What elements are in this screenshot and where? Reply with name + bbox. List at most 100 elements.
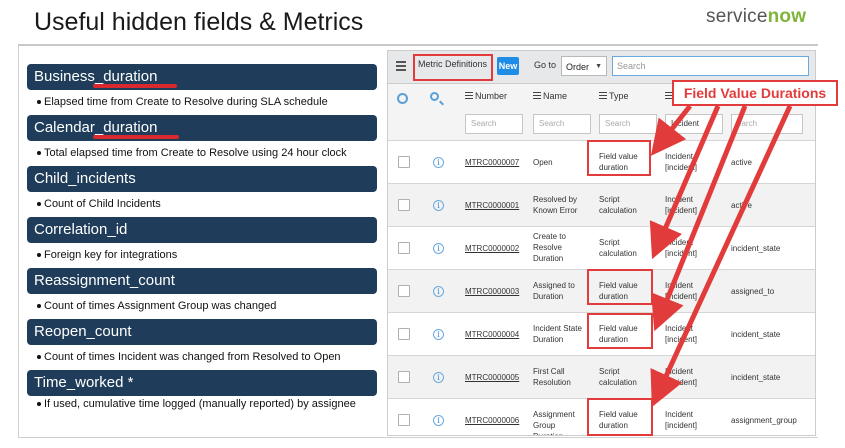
- column-label: Name: [543, 91, 568, 101]
- row-checkbox[interactable]: [398, 414, 410, 426]
- field-description: Count of times Assignment Group was chan…: [27, 294, 377, 319]
- goto-field-select[interactable]: Order ▼: [561, 56, 607, 76]
- bullet-icon: [37, 355, 41, 360]
- field-name: Calendar_duration: [34, 119, 158, 136]
- cell-number[interactable]: MTRC0000006: [465, 415, 519, 426]
- cell-field: incident_state: [731, 373, 781, 382]
- filter-type[interactable]: Search: [599, 114, 657, 134]
- new-button[interactable]: New: [497, 57, 519, 75]
- highlight-list-title: [413, 54, 493, 81]
- search-icon[interactable]: [430, 92, 439, 101]
- cell-number[interactable]: MTRC0000001: [465, 200, 519, 211]
- field-name-pill: Time_worked *: [27, 370, 377, 396]
- cell-table: Incident [incident]: [665, 410, 698, 430]
- info-icon[interactable]: i: [433, 157, 444, 168]
- column-label: Number: [475, 91, 508, 101]
- slide-frame-left: [18, 46, 19, 438]
- cell-field: incident_state: [731, 330, 781, 339]
- table-row[interactable]: i MTRC0000002 Create to Resolve Duration…: [388, 226, 815, 270]
- row-checkbox[interactable]: [398, 371, 410, 383]
- info-icon[interactable]: i: [433, 243, 444, 254]
- field-description: Elapsed time from Create to Resolve duri…: [27, 90, 377, 115]
- cell-number[interactable]: MTRC0000002: [465, 243, 519, 254]
- cell-number[interactable]: MTRC0000003: [465, 286, 519, 297]
- column-menu-icon: [599, 92, 607, 101]
- cell-name: Assignment Group Duration: [533, 410, 575, 435]
- column-label: Type: [609, 91, 629, 101]
- info-icon[interactable]: i: [433, 329, 444, 340]
- bullet-icon: [37, 253, 41, 258]
- cell-table: Incident [incident]: [665, 195, 698, 215]
- filter-field[interactable]: earch: [731, 114, 803, 134]
- cell-field: assigned_to: [731, 287, 775, 296]
- goto-select-value: Order: [566, 62, 590, 72]
- cell-name: Incident State Duration: [533, 324, 582, 344]
- cell-table: Incident [incident]: [665, 152, 698, 172]
- cell-name: Assigned to Duration: [533, 281, 575, 301]
- gear-icon[interactable]: [397, 93, 408, 104]
- info-icon[interactable]: i: [433, 286, 444, 297]
- cell-number[interactable]: MTRC0000004: [465, 329, 519, 340]
- field-reassignment-count: Reassignment_count Count of times Assign…: [27, 268, 377, 319]
- highlight-type-row-4: [587, 269, 653, 305]
- row-checkbox[interactable]: [398, 328, 410, 340]
- field-name: Time_worked *: [34, 374, 134, 391]
- chevron-down-icon: ▼: [595, 63, 602, 70]
- servicenow-logo: servicenow: [706, 6, 806, 28]
- cell-field: assignment_group: [731, 416, 797, 425]
- table-row[interactable]: i MTRC0000001 Resolved by Known Error Sc…: [388, 183, 815, 227]
- goto-label: Go to: [534, 60, 557, 70]
- table-row[interactable]: i MTRC0000005 First Call Resolution Scri…: [388, 355, 815, 399]
- red-underline: [93, 84, 177, 88]
- cell-table: Incident [incident]: [665, 324, 698, 344]
- cell-number[interactable]: MTRC0000007: [465, 157, 519, 168]
- info-icon[interactable]: i: [433, 415, 444, 426]
- field-calendar-duration: Calendar_duration Total elapsed time fro…: [27, 115, 377, 166]
- row-checkbox[interactable]: [398, 156, 410, 168]
- search-input[interactable]: Search: [612, 56, 809, 76]
- bullet-icon: [37, 402, 41, 407]
- row-checkbox[interactable]: [398, 242, 410, 254]
- metric-definitions-list: Metric Definitions New Go to Order ▼ Sear…: [387, 50, 816, 436]
- filter-name[interactable]: Search: [533, 114, 591, 134]
- column-header-number[interactable]: Number: [465, 91, 507, 107]
- field-list: Business_duration Elapsed time from Crea…: [27, 64, 377, 411]
- highlight-type-row-1: [587, 140, 651, 176]
- column-header-type[interactable]: Type: [599, 91, 629, 107]
- highlight-type-row-7: [587, 398, 653, 436]
- field-child-incidents: Child_incidents Count of Child Incidents: [27, 166, 377, 217]
- row-checkbox[interactable]: [398, 199, 410, 211]
- filter-number[interactable]: Search: [465, 114, 523, 134]
- row-checkbox[interactable]: [398, 285, 410, 297]
- column-header-name[interactable]: Name: [533, 91, 567, 107]
- info-icon[interactable]: i: [433, 372, 444, 383]
- cell-type: Script calculation: [599, 195, 637, 215]
- cell-name: First Call Resolution: [533, 367, 571, 387]
- field-desc-text: Count of Child Incidents: [44, 198, 161, 210]
- field-name-pill: Calendar_duration: [27, 115, 377, 141]
- cell-field: incident_state: [731, 244, 781, 253]
- field-value-durations-callout: Field Value Durations: [672, 80, 838, 106]
- field-name-pill: Business_duration: [27, 64, 377, 90]
- cell-field: active: [731, 158, 752, 167]
- field-name: Business_duration: [34, 68, 158, 85]
- field-name: Reopen_count: [34, 323, 132, 340]
- field-name: Reassignment_count: [34, 272, 175, 289]
- field-description: Count of times Incident was changed from…: [27, 345, 377, 370]
- cell-name: Create to Resolve Duration: [533, 232, 566, 263]
- field-name-pill: Child_incidents: [27, 166, 377, 192]
- column-menu-icon: [533, 92, 541, 101]
- field-time-worked: Time_worked * If used, cumulative time l…: [27, 370, 377, 411]
- highlight-type-row-5: [587, 313, 653, 349]
- field-correlation-id: Correlation_id Foreign key for integrati…: [27, 217, 377, 268]
- cell-name: Open: [533, 158, 553, 167]
- info-icon[interactable]: i: [433, 200, 444, 211]
- field-name-pill: Reassignment_count: [27, 268, 377, 294]
- title-divider: [18, 44, 818, 46]
- slide-title: Useful hidden fields & Metrics: [34, 8, 364, 36]
- hamburger-menu-icon[interactable]: [396, 61, 406, 71]
- filter-table[interactable]: Incident: [665, 114, 723, 134]
- cell-table: Incident [incident]: [665, 367, 698, 387]
- field-desc-text: Total elapsed time from Create to Resolv…: [44, 147, 347, 159]
- cell-number[interactable]: MTRC0000005: [465, 372, 519, 383]
